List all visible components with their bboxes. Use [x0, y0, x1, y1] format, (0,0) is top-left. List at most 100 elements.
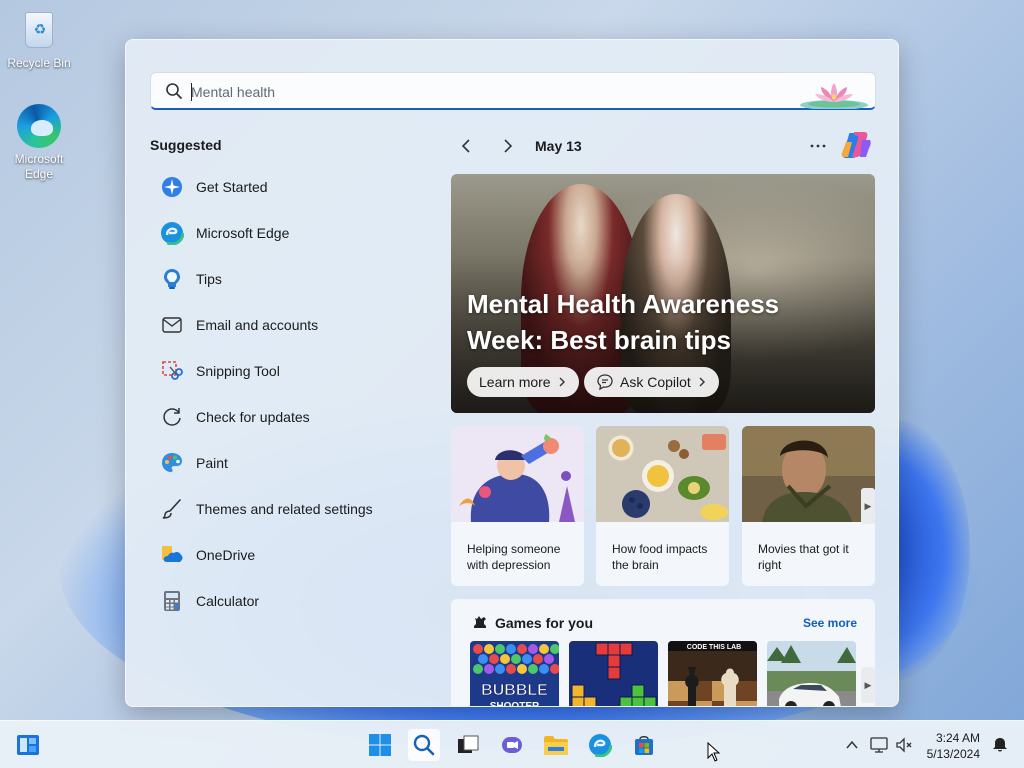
- cards-scroll-right-button[interactable]: ▶: [861, 488, 875, 524]
- paint-icon: [160, 451, 184, 475]
- search-icon: [166, 83, 182, 99]
- refresh-icon: [160, 405, 184, 429]
- chevron-right-icon: [559, 377, 565, 387]
- app-get-started[interactable]: Get Started: [150, 164, 440, 210]
- game-tile-blocks[interactable]: [569, 641, 658, 706]
- app-label: Microsoft Edge: [196, 225, 290, 241]
- start-button[interactable]: [364, 729, 396, 761]
- edge-icon: [17, 104, 61, 148]
- edge-taskbar-button[interactable]: [584, 729, 616, 761]
- bubble-shooter-logo-subtext: SHOOTER: [490, 701, 540, 707]
- app-paint[interactable]: Paint: [150, 440, 440, 486]
- feed-date: May 13: [535, 138, 582, 154]
- app-email-and-accounts[interactable]: Email and accounts: [150, 302, 440, 348]
- task-view-button[interactable]: [452, 729, 484, 761]
- chevron-right-icon: [504, 139, 513, 153]
- onedrive-icon: [160, 543, 184, 567]
- game-tile-chess[interactable]: CODE THIS LAB: [668, 641, 757, 706]
- app-snipping-tool[interactable]: Snipping Tool: [150, 348, 440, 394]
- see-more-link[interactable]: See more: [803, 616, 857, 630]
- games-scroll-right-button[interactable]: ▶: [861, 667, 875, 703]
- chat-icon: [597, 374, 613, 391]
- games-title: Games for you: [495, 615, 594, 631]
- brush-icon: [160, 497, 184, 521]
- file-explorer-button[interactable]: [540, 729, 572, 761]
- store-icon: [635, 736, 653, 755]
- desktop-icon-recycle-bin[interactable]: ♻ Recycle Bin: [1, 8, 77, 70]
- card-caption: Helping someone with depression: [467, 542, 561, 572]
- game-piece-icon: [474, 616, 486, 628]
- chat-button[interactable]: [496, 729, 528, 761]
- start-search-panel: Mental health Suggested Get Started Micr…: [125, 39, 899, 707]
- clock[interactable]: 3:24 AM 5/13/2024: [927, 730, 980, 762]
- chess-brand-text: CODE THIS LAB: [687, 644, 741, 651]
- app-tips[interactable]: Tips: [150, 256, 440, 302]
- news-card[interactable]: How food impacts the brain: [596, 426, 729, 586]
- lotus-illustration: [800, 83, 868, 109]
- learn-more-button[interactable]: Learn more: [467, 367, 579, 397]
- app-calculator[interactable]: Calculator: [150, 578, 440, 624]
- more-icon: [810, 144, 826, 148]
- speaker-muted-icon: [896, 737, 912, 753]
- app-label: Tips: [196, 271, 222, 287]
- game-tile-racing[interactable]: [767, 641, 856, 706]
- news-card[interactable]: Movies that got it right: [742, 426, 875, 586]
- games-section: Games for you See more BUBBLE SHOOTER CO…: [451, 599, 875, 707]
- volume-button[interactable]: [888, 729, 920, 761]
- taskbar-search-button[interactable]: [408, 729, 440, 761]
- copilot-icon[interactable]: [840, 130, 872, 160]
- notifications-button[interactable]: [984, 729, 1016, 761]
- mail-icon: [160, 313, 184, 337]
- news-card[interactable]: Helping someone with depression: [451, 426, 584, 586]
- app-themes-settings[interactable]: Themes and related settings: [150, 486, 440, 532]
- clock-date: 5/13/2024: [926, 747, 980, 761]
- task-view-icon: [458, 735, 479, 753]
- ask-copilot-button[interactable]: Ask Copilot: [584, 367, 719, 397]
- app-microsoft-edge[interactable]: Microsoft Edge: [150, 210, 440, 256]
- search-icon: [413, 734, 435, 756]
- tips-icon: [160, 267, 184, 291]
- app-label: Snipping Tool: [196, 363, 280, 379]
- folder-icon: [544, 736, 568, 755]
- network-icon: [870, 737, 888, 753]
- mouse-pointer-icon: [707, 742, 721, 762]
- text-caret: [191, 83, 192, 101]
- app-label: Calculator: [196, 593, 260, 609]
- search-input[interactable]: Mental health: [191, 84, 275, 100]
- previous-day-button[interactable]: [455, 134, 479, 158]
- app-onedrive[interactable]: OneDrive: [150, 532, 440, 578]
- bubble-shooter-thumbnail: BUBBLE SHOOTER: [470, 641, 559, 707]
- blocks-thumbnail: [569, 641, 658, 706]
- taskbar: 3:24 AM 5/13/2024: [0, 720, 1024, 768]
- depression-illustration: [451, 426, 584, 522]
- app-label: Paint: [196, 455, 228, 471]
- chevron-left-icon: [461, 139, 470, 153]
- get-started-icon: [160, 175, 184, 199]
- racing-thumbnail: [767, 641, 856, 706]
- app-label: Email and accounts: [196, 317, 319, 333]
- calculator-icon: [160, 589, 184, 613]
- widgets-button[interactable]: [12, 729, 44, 761]
- next-day-button[interactable]: [495, 134, 519, 158]
- app-label: Check for updates: [196, 409, 310, 425]
- clock-time: 3:24 AM: [935, 731, 980, 745]
- news-cards-row: Helping someone with depression How food…: [451, 426, 875, 586]
- learn-more-label: Learn more: [479, 374, 551, 390]
- hero-title: Mental Health Awareness Week: Best brain…: [467, 289, 780, 355]
- hero-news-card[interactable]: Mental Health Awareness Week: Best brain…: [451, 174, 875, 413]
- edge-icon: [160, 221, 184, 245]
- more-options-button[interactable]: [806, 134, 830, 163]
- suggested-apps-list: Get Started Microsoft Edge Tips Email an…: [150, 164, 440, 624]
- search-box[interactable]: Mental health: [150, 72, 876, 110]
- suggested-heading: Suggested: [150, 137, 222, 153]
- notification-bell-icon: [993, 738, 1007, 752]
- game-tile-bubble-shooter[interactable]: BUBBLE SHOOTER: [470, 641, 559, 707]
- chevron-right-icon: [699, 377, 705, 387]
- chevron-up-icon: [846, 740, 858, 749]
- desktop-icon-label: Microsoft Edge: [14, 152, 64, 181]
- store-button[interactable]: [628, 729, 660, 761]
- movie-still-photo: [742, 426, 875, 522]
- recycle-bin-icon: ♻: [17, 8, 61, 52]
- desktop-icon-edge[interactable]: Microsoft Edge: [1, 104, 77, 182]
- app-check-for-updates[interactable]: Check for updates: [150, 394, 440, 440]
